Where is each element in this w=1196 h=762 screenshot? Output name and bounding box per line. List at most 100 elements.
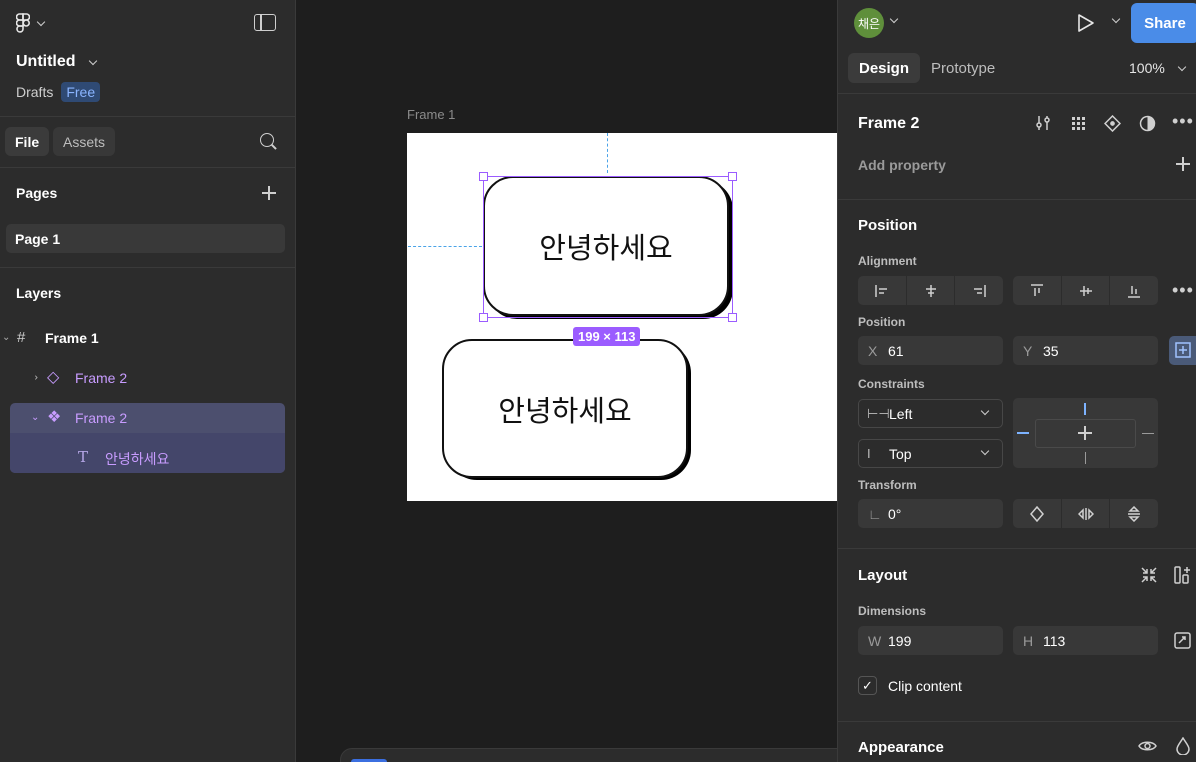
canvas[interactable]: Frame 1 안녕하세요 안녕하세요 199 × 113 [296,0,837,762]
measure-guide-horizontal [408,246,482,247]
collapse-icon[interactable] [1140,566,1158,584]
constraint-v-value: Top [889,445,912,462]
drop-icon[interactable] [1176,737,1190,755]
add-page-plus-icon[interactable] [262,186,276,200]
resize-handle[interactable] [728,313,737,322]
constrain-proportions-icon[interactable] [1174,632,1191,649]
layer-label: Frame 2 [75,410,128,426]
rotate-icon[interactable] [1013,499,1062,528]
caret-right-icon[interactable]: ⌄ [30,373,41,381]
selection-box[interactable] [483,176,733,318]
chevron-down-icon[interactable] [889,14,899,24]
resize-handle[interactable] [479,172,488,181]
layout-heading: Layout [858,567,908,584]
caret-down-icon[interactable]: ⌄ [2,332,10,343]
text-layer-icon: T [78,448,89,466]
component-icon[interactable] [1104,115,1121,132]
contrast-icon[interactable] [1139,115,1156,132]
play-icon[interactable] [1077,13,1095,33]
layer-row-selected[interactable]: ⌄ ❖ Frame 2 [0,402,295,434]
flip-vertical-icon[interactable] [1110,499,1158,528]
grid-dots-icon[interactable] [1071,116,1086,131]
height-field[interactable]: H 113 [1013,626,1158,655]
transform-label: Transform [858,478,917,492]
align-top-icon[interactable] [1013,276,1062,305]
frame-label[interactable]: Frame 1 [407,107,455,122]
zoom-level: 100% [1129,60,1165,76]
h-value: 113 [1043,632,1066,649]
main-menu-button[interactable] [16,12,46,34]
eye-icon[interactable] [1138,739,1157,753]
clip-content-checkbox[interactable]: ✓ [858,676,877,695]
chevron-down-icon [1177,62,1187,71]
avatar[interactable]: 채은 [854,8,884,38]
frame-hash-icon: # [17,329,26,346]
align-right-icon[interactable] [955,276,1003,305]
zoom-control[interactable]: 100% [1129,60,1187,76]
constraint-left-indicator[interactable] [1017,432,1029,434]
layer-row[interactable]: T 안녕하세요 [0,441,295,473]
search-icon[interactable] [260,133,274,147]
clip-content-label: Clip content [888,678,962,694]
tab-design[interactable]: Design [848,53,921,83]
card-text: 안녕하세요 [498,393,632,428]
constraints-widget[interactable] [1013,398,1158,468]
horizontal-constraint-select[interactable]: ⊢⊣ Left [858,399,1003,428]
vertical-constraint-icon: I [867,446,871,461]
caret-down-icon[interactable]: ⌄ [31,412,39,423]
chevron-down-icon [980,446,990,456]
width-field[interactable]: W 199 [858,626,1003,655]
resize-handle[interactable] [728,172,737,181]
constraints-label: Constraints [858,377,925,391]
rotation-icon: ∟ [868,505,882,522]
page-item[interactable]: Page 1 [6,224,285,253]
chevron-down-icon[interactable] [1111,14,1121,24]
layer-row[interactable]: ⌄ ◇ Frame 2 [0,362,295,394]
card-bottom[interactable]: 안녕하세요 [442,339,688,478]
share-button[interactable]: Share [1131,3,1196,43]
bottom-toolbar [340,748,837,762]
x-position-field[interactable]: X 61 [858,336,1003,365]
adjust-sliders-icon[interactable] [1035,115,1051,131]
add-property-plus-icon[interactable] [1176,157,1190,171]
align-left-icon[interactable] [858,276,907,305]
file-title[interactable]: Untitled [16,53,97,71]
add-property[interactable]: Add property [858,157,946,173]
y-position-field[interactable]: Y 35 [1013,336,1158,365]
more-options-icon[interactable]: ••• [1172,111,1194,132]
dimension-badge: 199 × 113 [573,327,641,346]
constraint-h-value: Left [889,405,913,422]
more-alignment-icon[interactable]: ••• [1172,280,1194,301]
page-item-label: Page 1 [15,230,61,247]
tab-prototype[interactable]: Prototype [920,53,1006,83]
resize-handle[interactable] [479,313,488,322]
constraint-bottom-indicator[interactable] [1085,452,1086,464]
layers-heading: Layers [16,285,62,301]
vertical-constraint-select[interactable]: I Top [858,439,1003,468]
absolute-position-toggle[interactable] [1169,336,1196,365]
auto-layout-add-icon[interactable] [1174,566,1192,584]
constraint-center-icon[interactable] [1078,426,1092,440]
horizontal-align-group [858,276,1003,305]
align-bottom-icon[interactable] [1110,276,1158,305]
project-name[interactable]: Drafts [16,84,53,100]
divider [838,721,1196,722]
left-panel: Untitled Drafts Free File Assets Pages P… [0,0,296,762]
align-middle-v-icon[interactable] [1062,276,1111,305]
toggle-sidebar-icon[interactable] [254,14,276,31]
rotation-field[interactable]: ∟ 0° [858,499,1003,528]
layer-row[interactable]: ⌄ # Frame 1 [0,322,295,354]
constraint-right-indicator[interactable] [1142,433,1154,434]
layer-label: Frame 2 [75,370,128,386]
selection-name[interactable]: Frame 2 [858,115,919,133]
constraint-top-indicator[interactable] [1084,403,1086,415]
tab-assets[interactable]: Assets [53,127,116,156]
plan-badge[interactable]: Free [61,82,101,102]
tab-file[interactable]: File [5,127,50,156]
align-center-h-icon[interactable] [907,276,956,305]
pages-heading: Pages [16,185,58,201]
flip-horizontal-icon[interactable] [1062,499,1111,528]
dimensions-label: Dimensions [858,604,927,618]
divider [0,267,295,268]
figma-logo-icon [16,13,30,33]
